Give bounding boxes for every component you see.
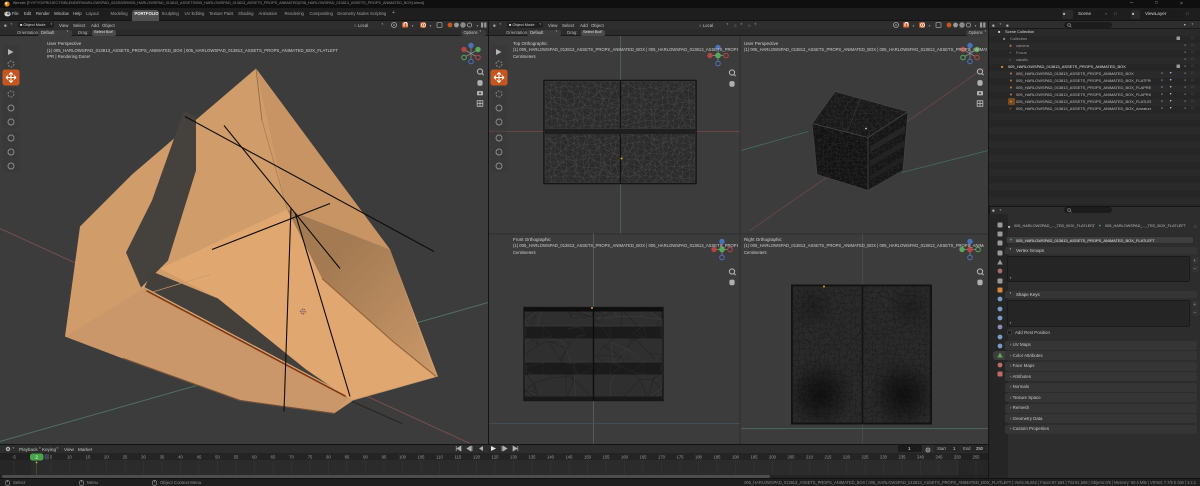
svg-text:230: 230 — [880, 454, 888, 459]
svg-text:20: 20 — [104, 454, 109, 459]
svg-text:2: 2 — [35, 454, 38, 459]
svg-text:55: 55 — [234, 454, 239, 459]
svg-text:250: 250 — [954, 454, 962, 459]
svg-text:135: 135 — [529, 454, 537, 459]
svg-text:85: 85 — [345, 454, 350, 459]
svg-text:235: 235 — [899, 454, 907, 459]
svg-text:180: 180 — [695, 454, 703, 459]
svg-text:25: 25 — [123, 454, 128, 459]
svg-text:65: 65 — [271, 454, 276, 459]
svg-text:40: 40 — [178, 454, 183, 459]
svg-text:▼: ▼ — [974, 24, 977, 28]
svg-text:130: 130 — [510, 454, 518, 459]
svg-text:100: 100 — [399, 454, 407, 459]
svg-text:35: 35 — [160, 454, 165, 459]
svg-text:60: 60 — [252, 454, 257, 459]
svg-text:125: 125 — [492, 454, 500, 459]
svg-text:255: 255 — [973, 454, 981, 459]
svg-text:200: 200 — [769, 454, 777, 459]
svg-text:185: 185 — [714, 454, 722, 459]
svg-text:175: 175 — [677, 454, 685, 459]
svg-text:▼: ▼ — [476, 24, 479, 28]
svg-text:75: 75 — [308, 454, 313, 459]
svg-text:155: 155 — [603, 454, 611, 459]
svg-text:205: 205 — [788, 454, 796, 459]
svg-text:165: 165 — [640, 454, 648, 459]
svg-text:190: 190 — [732, 454, 740, 459]
svg-text:240: 240 — [917, 454, 925, 459]
svg-text:95: 95 — [382, 454, 387, 459]
svg-text:150: 150 — [584, 454, 592, 459]
svg-text:70: 70 — [289, 454, 294, 459]
svg-text:195: 195 — [751, 454, 759, 459]
svg-text:50: 50 — [215, 454, 220, 459]
svg-text:-5: -5 — [12, 454, 16, 459]
svg-text:210: 210 — [806, 454, 814, 459]
svg-text:30: 30 — [141, 454, 146, 459]
svg-text:▼: ▼ — [429, 24, 432, 28]
svg-text:▼: ▼ — [411, 24, 414, 28]
svg-text:245: 245 — [936, 454, 944, 459]
svg-text:10: 10 — [67, 454, 72, 459]
svg-text:115: 115 — [455, 454, 462, 459]
svg-text:45: 45 — [197, 454, 202, 459]
svg-text:220: 220 — [843, 454, 851, 459]
svg-text:▼: ▼ — [912, 24, 915, 28]
svg-text:90: 90 — [363, 454, 368, 459]
svg-text:110: 110 — [436, 454, 443, 459]
svg-text:160: 160 — [621, 454, 629, 459]
svg-text:15: 15 — [86, 454, 91, 459]
svg-text:225: 225 — [862, 454, 870, 459]
svg-text:145: 145 — [566, 454, 574, 459]
svg-text:▼: ▼ — [928, 24, 931, 28]
svg-text:140: 140 — [547, 454, 555, 459]
svg-text:5: 5 — [50, 454, 53, 459]
svg-text:170: 170 — [658, 454, 666, 459]
svg-text:120: 120 — [473, 454, 481, 459]
svg-text:215: 215 — [825, 454, 833, 459]
svg-text:105: 105 — [418, 454, 426, 459]
svg-text:80: 80 — [326, 454, 331, 459]
